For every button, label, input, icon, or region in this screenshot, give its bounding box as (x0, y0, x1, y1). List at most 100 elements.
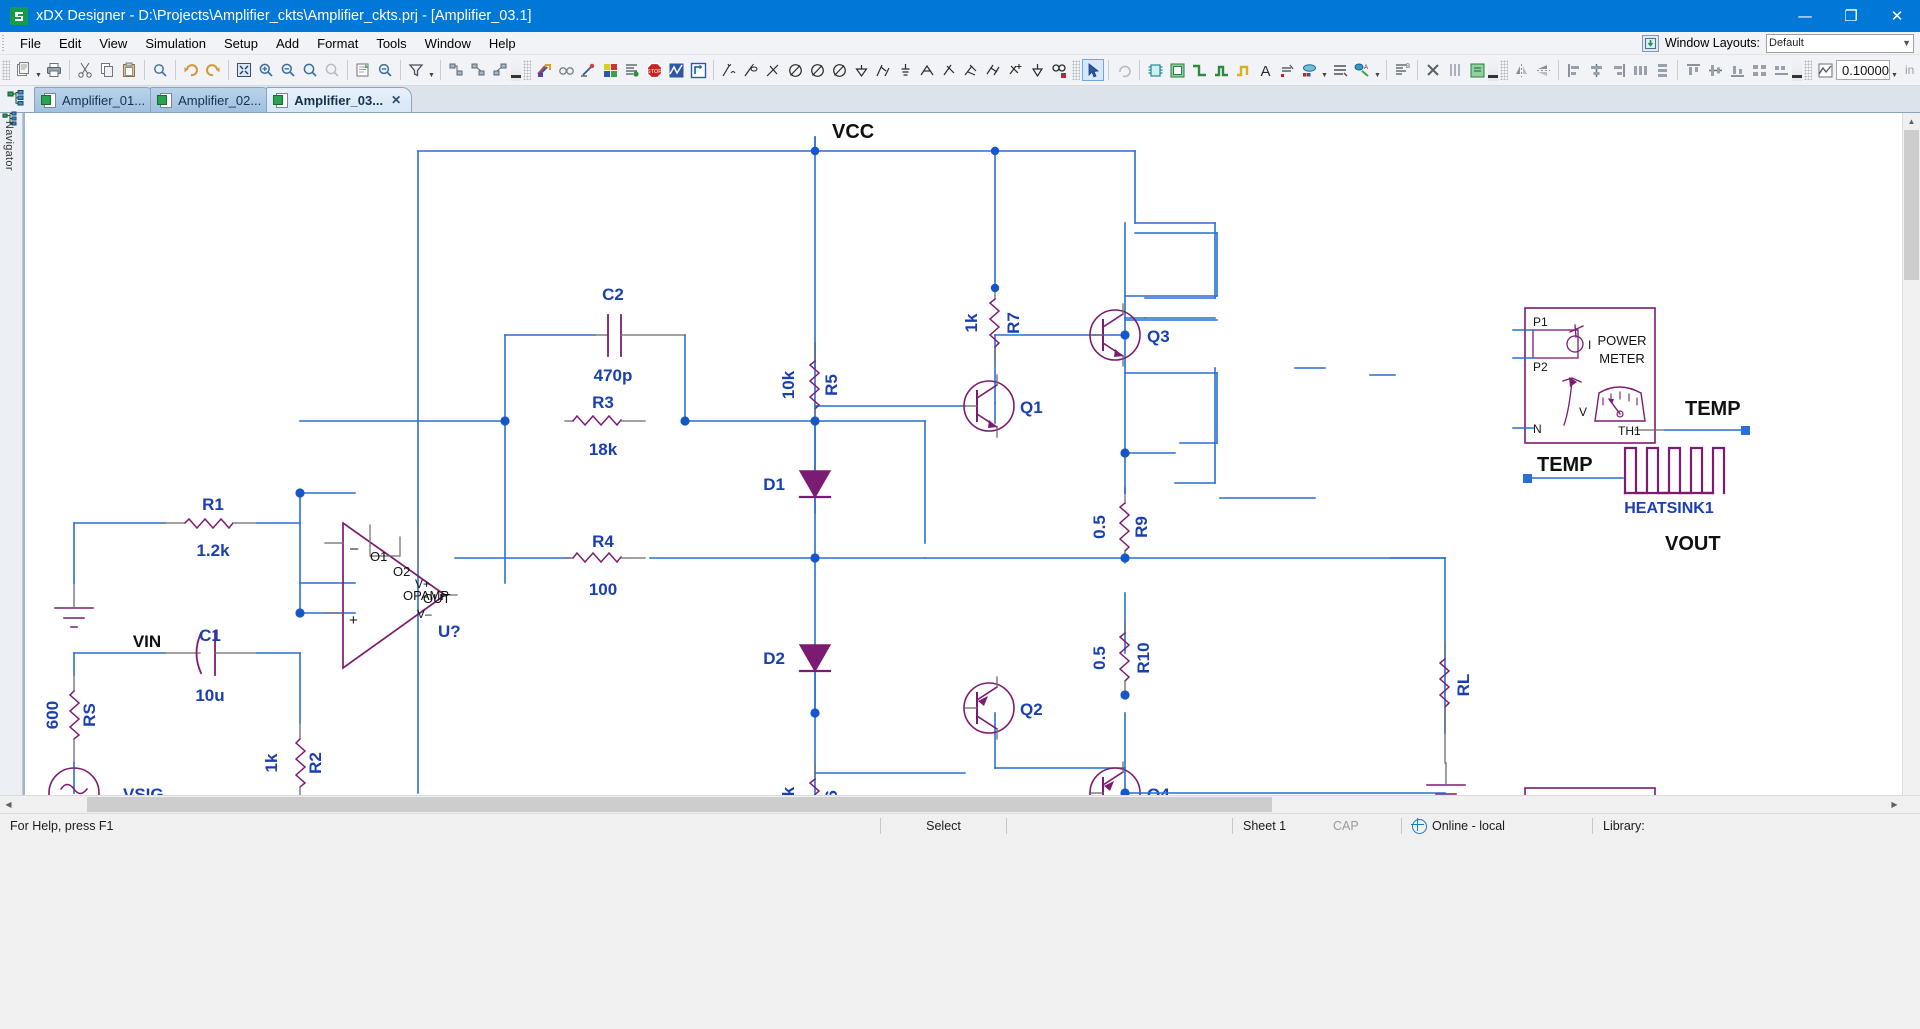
menu-add[interactable]: Add (267, 34, 308, 53)
toolbar-overflow-2[interactable]: ▬ (1488, 59, 1498, 81)
zoom-previous-icon[interactable] (374, 59, 396, 81)
undo-icon[interactable] (180, 59, 202, 81)
canvas-vertical-scrollbar[interactable]: ▲ (1902, 113, 1920, 795)
toolbar-grip-5[interactable] (1804, 60, 1812, 80)
navigator-toggle-icon[interactable] (0, 86, 34, 112)
status-online[interactable]: Online - local (1402, 814, 1592, 838)
meter-volt-icon[interactable] (784, 59, 806, 81)
print-icon[interactable] (43, 59, 65, 81)
toolbar-grip-2[interactable] (523, 60, 531, 80)
source-vsine-icon[interactable] (718, 59, 740, 81)
package-icon[interactable] (1466, 59, 1488, 81)
inductor-icon[interactable] (916, 59, 938, 81)
source-vpulse-icon[interactable] (740, 59, 762, 81)
ground-icon[interactable] (850, 59, 872, 81)
meter-amp-icon[interactable] (806, 59, 828, 81)
navigator-rail[interactable]: Navigator (0, 111, 23, 795)
colors-icon[interactable] (599, 59, 621, 81)
menu-setup[interactable]: Setup (215, 34, 267, 53)
align-bottom-icon[interactable] (1726, 59, 1748, 81)
probe-icon[interactable] (577, 59, 599, 81)
redo-icon[interactable] (202, 59, 224, 81)
zoom-area-icon[interactable] (299, 59, 321, 81)
menu-simulation[interactable]: Simulation (136, 34, 215, 53)
distribute-vertical-icon[interactable] (1651, 59, 1673, 81)
zoom-in-icon[interactable] (255, 59, 277, 81)
transistor-icon[interactable] (960, 59, 982, 81)
netlist-icon[interactable] (621, 59, 643, 81)
menu-tools[interactable]: Tools (367, 34, 415, 53)
grid-settings-icon[interactable] (1814, 59, 1836, 81)
run-simulation-icon[interactable] (533, 59, 555, 81)
source-vexp-icon[interactable] (762, 59, 784, 81)
menu-window[interactable]: Window (416, 34, 480, 53)
diode-icon[interactable] (938, 59, 960, 81)
zoom-value-input[interactable]: 0.10000 (1836, 60, 1890, 80)
spice-model-icon[interactable] (1026, 59, 1048, 81)
align-left-icon[interactable] (1563, 59, 1585, 81)
tab-amplifier-02[interactable]: Amplifier_02... (150, 87, 273, 112)
maximize-button[interactable]: ❐ (1828, 0, 1874, 32)
meter-power-icon[interactable] (828, 59, 850, 81)
menu-file[interactable]: File (11, 34, 50, 53)
space-evenly-icon[interactable] (1748, 59, 1770, 81)
add-pin-icon[interactable] (1276, 59, 1298, 81)
back-annotate-icon[interactable] (687, 59, 709, 81)
rotate-icon[interactable] (1113, 59, 1135, 81)
ground2-icon[interactable] (894, 59, 916, 81)
add-net-name-icon[interactable] (1298, 59, 1320, 81)
add-bus-icon[interactable] (1210, 59, 1232, 81)
align-right-icon[interactable] (1607, 59, 1629, 81)
scroll-up-button[interactable]: ▲ (1903, 113, 1920, 130)
zoom-fit-icon[interactable] (233, 59, 255, 81)
horizontal-scroll-thumb[interactable] (87, 797, 1272, 812)
filter-icon[interactable] (405, 59, 427, 81)
minimize-button[interactable]: — (1782, 0, 1828, 32)
schematic-drawing-surface[interactable]: R1 1.2k C1 10u VIN 600 RS VSIG 1k R2 O1 … (23, 113, 1920, 795)
scroll-left-button[interactable]: ◀ (0, 796, 17, 813)
select-tool-icon[interactable] (1082, 59, 1104, 81)
add-route-icon[interactable] (1232, 59, 1254, 81)
menu-help[interactable]: Help (480, 34, 525, 53)
menu-view[interactable]: View (90, 34, 136, 53)
scroll-right-button[interactable]: ▶ (1886, 796, 1903, 813)
add-net-icon[interactable] (1188, 59, 1210, 81)
zoom-selection-icon[interactable] (321, 59, 343, 81)
find-icon[interactable] (149, 59, 171, 81)
properties-icon[interactable] (352, 59, 374, 81)
menu-grip[interactable] (2, 35, 11, 51)
zoom-dropdown-arrow-icon[interactable]: ▼ (1890, 57, 1899, 84)
net-name-dropdown-arrow-icon[interactable]: ▼ (1320, 57, 1329, 84)
add-symbol-icon[interactable] (1166, 59, 1188, 81)
open-icon[interactable] (12, 59, 34, 81)
add-component-icon[interactable] (1144, 59, 1166, 81)
zoom-out-icon[interactable] (277, 59, 299, 81)
align-top-icon[interactable] (1682, 59, 1704, 81)
mirror-vertical-icon[interactable] (1532, 59, 1554, 81)
window-layout-icon[interactable] (1641, 34, 1659, 52)
vertical-scroll-thumb[interactable] (1904, 130, 1919, 280)
menu-edit[interactable]: Edit (50, 34, 90, 53)
hierarchy-up-icon[interactable] (489, 59, 511, 81)
tab-amplifier-03[interactable]: Amplifier_03... ✕ (266, 87, 413, 112)
toolbar-grip-3[interactable] (1072, 60, 1080, 80)
push-down-icon[interactable] (445, 59, 467, 81)
menu-format[interactable]: Format (308, 34, 367, 53)
toolbar-grip-1[interactable] (2, 60, 10, 80)
open-dropdown-arrow-icon[interactable]: ▼ (34, 57, 43, 84)
toolbar-overflow-3[interactable]: ▬ (1792, 59, 1802, 81)
paste-icon[interactable] (118, 59, 140, 81)
mosfet-icon[interactable] (982, 59, 1004, 81)
slice-icon[interactable]: B (1391, 59, 1413, 81)
horizontal-scroll-track[interactable] (17, 797, 1886, 812)
mirror-horizontal-icon[interactable] (1510, 59, 1532, 81)
stop-icon[interactable]: STOP (643, 59, 665, 81)
close-button[interactable]: ✕ (1874, 0, 1920, 32)
window-layouts-select[interactable]: Default ▼ (1766, 33, 1914, 53)
resistor-icon[interactable] (872, 59, 894, 81)
canvas-horizontal-scrollbar[interactable]: ◀ ▶ (0, 795, 1920, 813)
hierarchy-down-icon[interactable] (467, 59, 489, 81)
merge-icon[interactable] (1444, 59, 1466, 81)
view-waveforms-icon[interactable] (555, 59, 577, 81)
distribute-horizontal-icon[interactable] (1629, 59, 1651, 81)
